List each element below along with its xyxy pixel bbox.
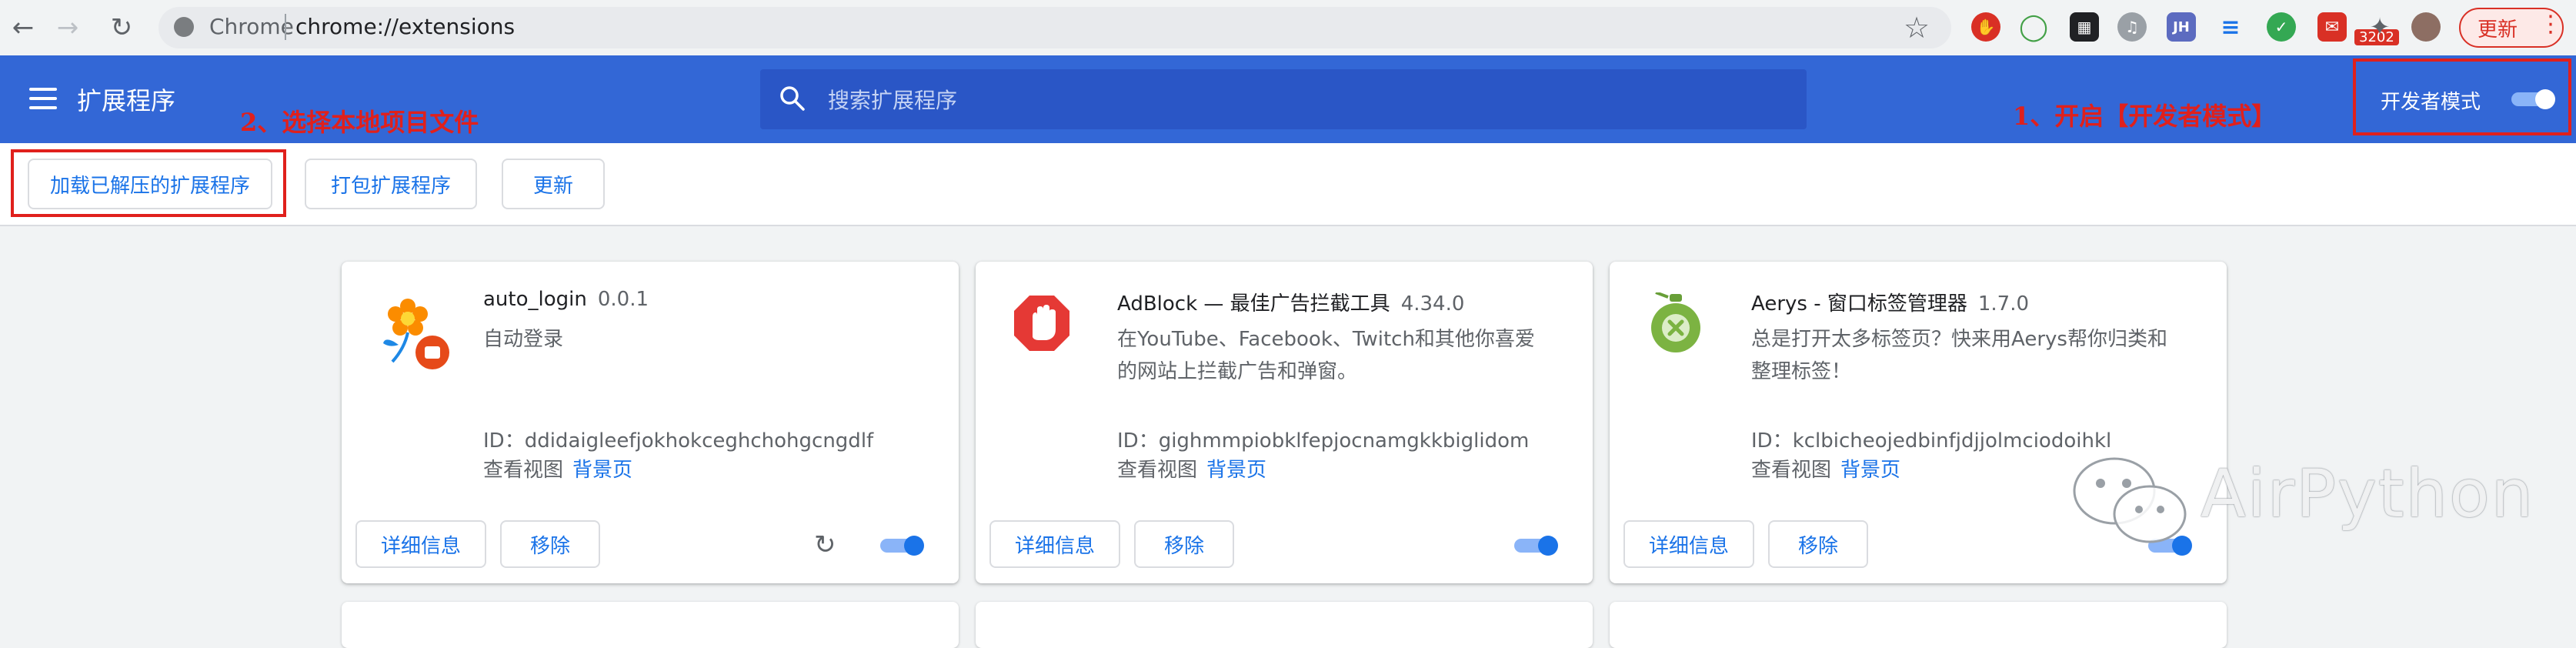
annotation-step1: 1、开启【开发者模式】 [2013, 102, 2277, 131]
details-button[interactable]: 详细信息 [989, 520, 1120, 568]
extension-id-label: ID： [483, 429, 525, 453]
remove-label: 移除 [529, 534, 570, 558]
watermark-text: AirPython [2201, 456, 2535, 533]
load-unpacked-button[interactable]: 加载已解压的扩展程序 [28, 159, 272, 209]
forward-icon[interactable]: → [51, 11, 85, 45]
extension-version: 0.0.1 [597, 288, 649, 311]
search-input[interactable] [826, 74, 1784, 126]
chrome-page-icon [174, 17, 194, 37]
extension-description: 自动登录 [483, 328, 564, 351]
profile-avatar[interactable] [2411, 12, 2441, 42]
adblock-hand-icon [1014, 296, 1069, 351]
extension-description: 在YouTube、Facebook、Twitch和其他你喜爱的网站上拦截广告和弹… [1117, 328, 1535, 383]
page-title: 扩展程序 [77, 86, 176, 115]
remove-label: 移除 [1163, 534, 1204, 558]
remove-button[interactable]: 移除 [1768, 520, 1868, 568]
pack-extension-button[interactable]: 打包扩展程序 [305, 159, 477, 209]
puzzle-extensions-icon[interactable]: ✦ [2365, 12, 2394, 42]
flower-icon [383, 299, 449, 369]
inspect-views-label: 查看视图 [1117, 459, 1198, 482]
extension-enable-toggle[interactable] [1513, 534, 1560, 557]
details-button[interactable]: 详细信息 [355, 520, 486, 568]
load-unpacked-label: 加载已解压的扩展程序 [49, 174, 250, 198]
adblock-toolbar-icon[interactable]: ✋ [1971, 12, 2000, 42]
inspect-views-label: 查看视图 [483, 459, 564, 482]
annotation-step2: 2、选择本地项目文件 [240, 108, 479, 137]
fruit-extension-icon[interactable]: ◯ [2019, 12, 2048, 42]
extension-id: gighmmpiobklfepjocnamgkkbiglidom [1158, 429, 1530, 453]
details-label: 详细信息 [1014, 534, 1095, 558]
inspect-views-label: 查看视图 [1751, 459, 1832, 482]
background-page-link[interactable]: 背景页 [1840, 459, 1900, 482]
extension-title-row: auto_login 0.0.1 [483, 288, 649, 311]
extension-id-row: ID：ddidaigleefjokhokceghchohgcngdlf [483, 425, 873, 453]
layers-extension-icon[interactable]: ≡ [2216, 12, 2245, 42]
extension-id: kclbicheojedbinfjdjjolmciodoihkl [1792, 429, 2112, 453]
extension-name: auto_login [483, 288, 587, 311]
back-icon[interactable]: ← [6, 11, 40, 45]
remove-button[interactable]: 移除 [500, 520, 600, 568]
extension-title-row: AdBlock — 最佳广告拦截工具 4.34.0 [1117, 288, 1464, 316]
extension-views-row: 查看视图 背景页 [483, 454, 632, 483]
hamburger-menu-icon[interactable] [29, 88, 57, 109]
wechat-logo-icon [2073, 457, 2187, 543]
music-extension-icon[interactable]: ♫ [2117, 12, 2147, 42]
extension-description: 总是打开太多标签页？快来用Aerys帮你归类和整理标签！ [1751, 328, 2167, 383]
dev-mode-label: 开发者模式 [2381, 91, 2481, 114]
check-extension-icon[interactable]: ✓ [2267, 12, 2296, 42]
extension-views-row: 查看视图 背景页 [1117, 454, 1266, 483]
extension-id: ddidaigleefjokhokceghchohgcngdlf [524, 429, 874, 453]
extension-id-row: ID：kclbicheojedbinfjdjjolmciodoihkl [1751, 425, 2111, 453]
details-label: 详细信息 [1648, 534, 1729, 558]
extension-version: 1.7.0 [1977, 292, 2030, 316]
chrome-update-label: 更新 [2478, 18, 2518, 42]
remove-button[interactable]: 移除 [1134, 520, 1234, 568]
update-extensions-button[interactable]: 更新 [502, 159, 605, 209]
extension-name: Aerys - 窗口标签管理器 [1751, 292, 1967, 316]
reload-icon[interactable]: ↻ [105, 11, 138, 45]
bookmark-star-icon[interactable]: ☆ [1904, 11, 1930, 45]
remove-label: 移除 [1797, 534, 1838, 558]
green-potion-icon [1651, 292, 1700, 352]
omnibox-separator [285, 14, 286, 40]
extension-id-row: ID：gighmmpiobklfepjocnamgkkbiglidom [1117, 425, 1529, 453]
chrome-menu-icon[interactable]: ⋮ [2539, 11, 2562, 38]
omnibox-label: Chrome [209, 14, 294, 39]
extension-views-row: 查看视图 背景页 [1751, 454, 1900, 483]
dev-mode-toggle[interactable] [2510, 88, 2558, 111]
extension-id-label: ID： [1751, 429, 1793, 453]
omnibox-url[interactable]: chrome://extensions [295, 14, 515, 39]
search-icon [780, 86, 805, 111]
qr-code-icon[interactable]: ▦ [2070, 12, 2099, 42]
details-label: 详细信息 [380, 534, 461, 558]
reload-extension-icon[interactable]: ↻ [814, 529, 836, 560]
extension-card-next [1610, 602, 2227, 648]
extension-card-next [342, 602, 959, 648]
extension-title-row: Aerys - 窗口标签管理器 1.7.0 [1751, 288, 2029, 316]
extension-enable-toggle[interactable] [879, 534, 926, 557]
extension-name: AdBlock — 最佳广告拦截工具 [1117, 292, 1390, 316]
mail-extension-icon[interactable]: ✉ [2317, 12, 2347, 42]
extension-id-label: ID： [1117, 429, 1159, 453]
jh-extension-icon[interactable]: JH [2167, 12, 2196, 42]
extension-card-next [976, 602, 1593, 648]
pack-extension-label: 打包扩展程序 [330, 174, 451, 198]
update-extensions-label: 更新 [532, 174, 573, 198]
background-page-link[interactable]: 背景页 [1206, 459, 1266, 482]
background-page-link[interactable]: 背景页 [572, 459, 632, 482]
details-button[interactable]: 详细信息 [1623, 520, 1754, 568]
extension-version: 4.34.0 [1400, 292, 1465, 316]
